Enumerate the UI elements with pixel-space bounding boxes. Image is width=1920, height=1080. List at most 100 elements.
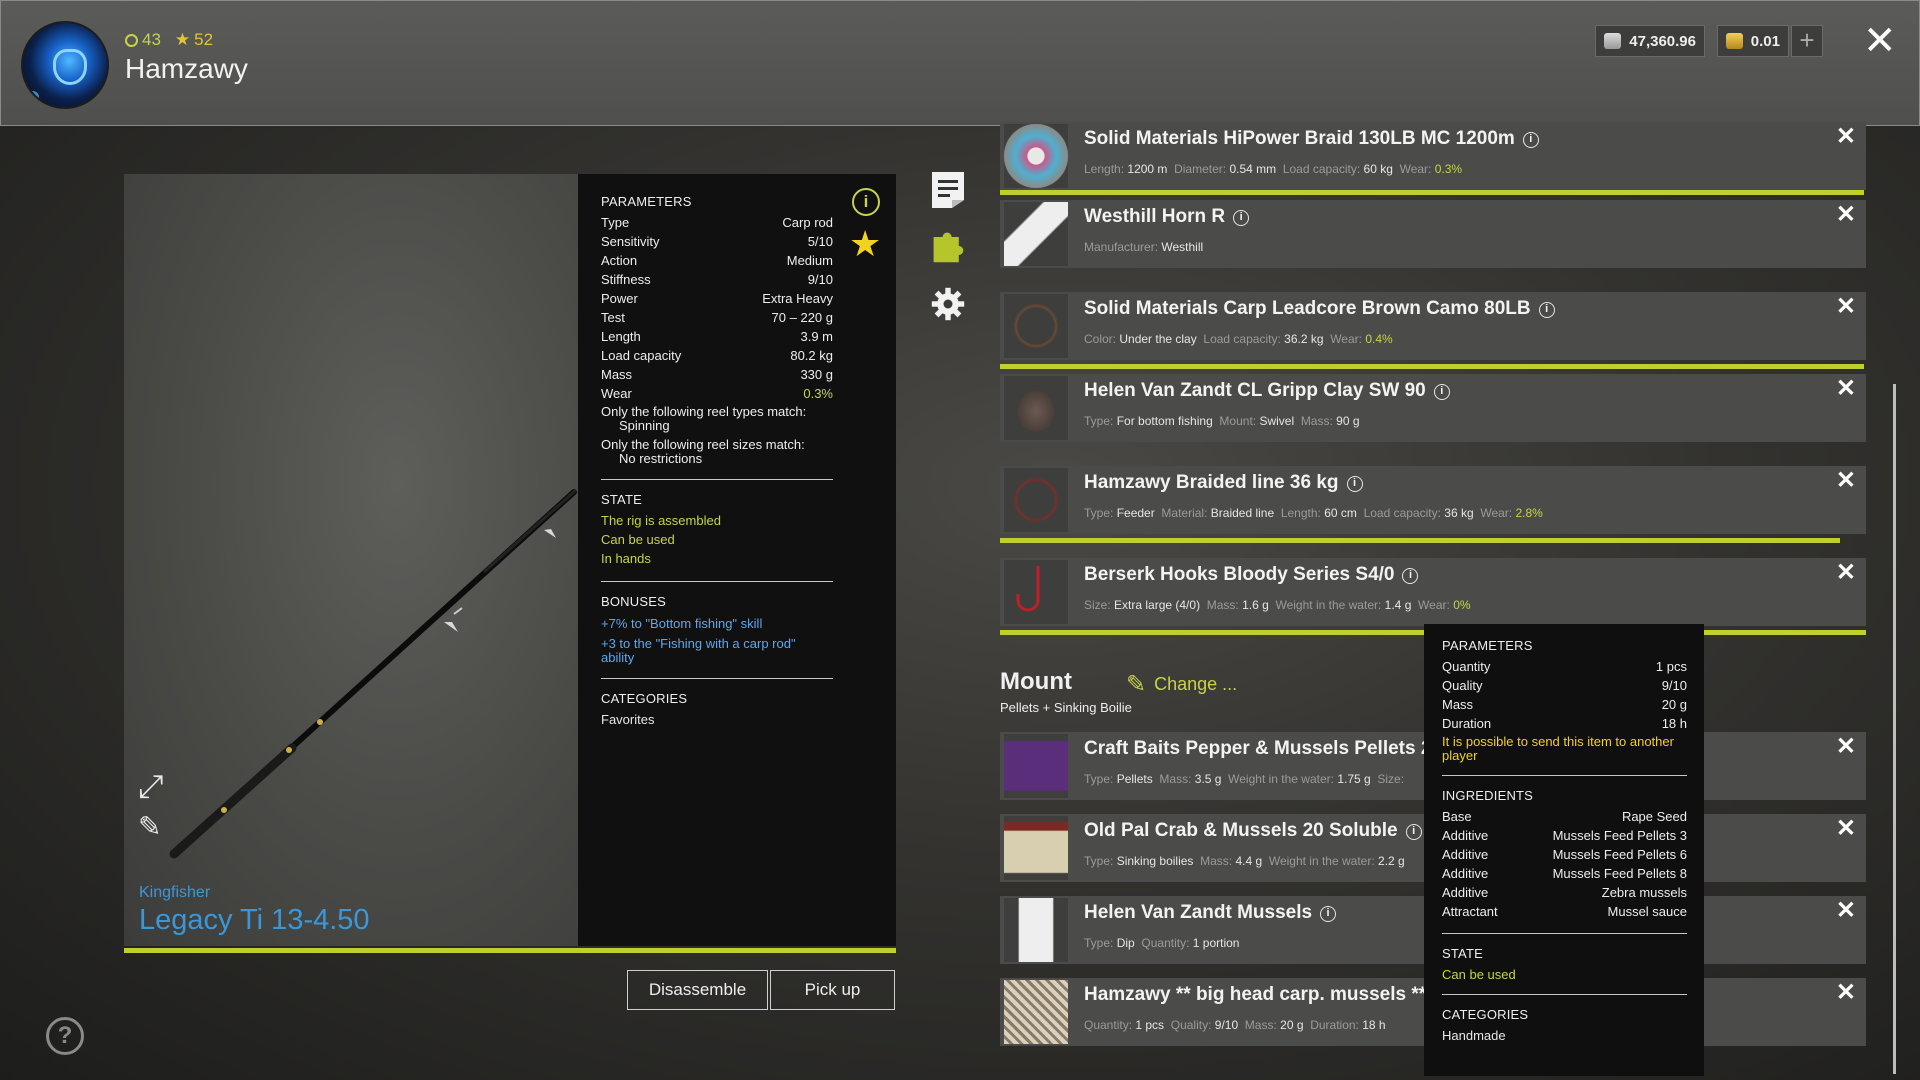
meta-label: Load capacity:	[1203, 332, 1281, 346]
remove-item-icon[interactable]: ✕	[1836, 896, 1856, 925]
list-item[interactable]: Berserk Hooks Bloody Series S4/0 i Size: …	[1000, 558, 1866, 626]
param-label: Quantity	[1442, 659, 1491, 674]
player-avatar[interactable]	[21, 21, 109, 109]
param-label: Power	[601, 291, 638, 306]
settings-gear-icon[interactable]	[930, 284, 966, 324]
tooltip-params-list: Quantity 1 pcs Quality 9/10 Mass 20 g Durat…	[1442, 657, 1687, 733]
categories-value: Favorites	[601, 712, 655, 727]
param-label: Sensitivity	[601, 234, 660, 249]
player-rank: ★ 52	[175, 30, 213, 50]
item-name-text: Helen Van Zandt Mussels	[1084, 902, 1313, 923]
rod-preview[interactable]: ⤢ ✎ Kingfisher Legacy Ti 13-4.50	[124, 174, 578, 946]
reel-types-note: Only the following reel types match: Spi…	[601, 405, 833, 433]
help-icon[interactable]: ?	[46, 1017, 84, 1055]
meta-value: Under the clay	[1119, 332, 1197, 346]
item-info-icon[interactable]: i	[1433, 384, 1450, 400]
state-header: STATE	[601, 492, 642, 507]
param-row: Mass 330 g	[601, 365, 833, 384]
param-value: 70 – 220 g	[771, 310, 833, 325]
change-mount-button[interactable]: ✎ Change ...	[1126, 670, 1237, 699]
list-item[interactable]: Helen Van Zandt CL Gripp Clay SW 90 i Typ…	[1000, 374, 1866, 442]
list-item[interactable]: Westhill Horn R i Manufacturer: Westhill …	[1000, 200, 1866, 268]
item-meta: Type: For bottom fishing Mount: Swivel M…	[1084, 414, 1360, 428]
meta-value: 1.6 g	[1242, 598, 1269, 612]
item-name: Hamzawy Braided line 36 kg i	[1084, 472, 1363, 494]
fullscreen-icon[interactable]: ⤢	[138, 768, 164, 806]
state-list: The rig is assembled Can be used In hand…	[601, 511, 874, 568]
meta-value: 60 kg	[1363, 162, 1393, 176]
list-item[interactable]: Solid Materials Carp Leadcore Brown Camo…	[1000, 292, 1866, 360]
info-icon[interactable]: i	[852, 188, 880, 216]
edit-pen-icon[interactable]: ✎	[138, 810, 161, 843]
list-item[interactable]: Hamzawy Braided line 36 kg i Type: Feeder…	[1000, 466, 1866, 534]
param-label: Wear	[601, 386, 632, 401]
item-info-icon[interactable]: i	[1320, 906, 1337, 922]
remove-item-icon[interactable]: ✕	[1836, 466, 1856, 495]
item-name-text: Solid Materials Carp Leadcore Brown Camo…	[1084, 298, 1531, 319]
param-value: Extra Heavy	[762, 291, 833, 306]
mesh-bag-thumbnail	[1004, 980, 1068, 1044]
change-mount-label: Change ...	[1154, 674, 1238, 694]
item-name: Craft Baits Pepper & Mussels Pellets 24i	[1084, 738, 1466, 760]
ingredient-row: Additive Mussels Feed Pellets 6	[1442, 845, 1687, 864]
ingredient-label: Additive	[1442, 885, 1489, 900]
meta-label: Type:	[1084, 414, 1114, 428]
close-icon[interactable]: ✕	[1863, 19, 1897, 63]
meta-label: Mass:	[1206, 598, 1239, 612]
reel-sizes-value: No restrictions	[619, 451, 703, 466]
ingredient-value: Mussels Feed Pellets 6	[1552, 847, 1687, 862]
silver-balance[interactable]: 47,360.96	[1595, 25, 1705, 57]
param-row: Sensitivity 5/10	[601, 232, 833, 251]
pick-up-button[interactable]: Pick up	[770, 970, 895, 1010]
remove-item-icon[interactable]: ✕	[1836, 558, 1856, 587]
braided-line-thumbnail	[1004, 468, 1068, 532]
meta-value: 18 h	[1362, 1018, 1386, 1032]
item-info-icon[interactable]: i	[1522, 132, 1539, 148]
remove-item-icon[interactable]: ✕	[1836, 732, 1856, 761]
gold-coin-icon	[1726, 33, 1743, 49]
meta-label: Weight in the water:	[1268, 854, 1375, 868]
param-row: Action Medium	[601, 251, 833, 270]
silver-coin-icon	[1604, 33, 1622, 49]
level-ring-icon	[125, 33, 138, 47]
add-currency-button[interactable]: +	[1791, 25, 1823, 57]
remove-item-icon[interactable]: ✕	[1836, 374, 1856, 403]
hook-thumbnail	[1004, 560, 1068, 624]
item-condition-bar	[1000, 190, 1864, 195]
puzzle-icon[interactable]	[930, 226, 966, 266]
param-row: Stiffness 9/10	[601, 270, 833, 289]
meta-value: For bottom fishing	[1116, 414, 1213, 428]
ingredient-label: Additive	[1442, 828, 1489, 843]
meta-label: Material:	[1161, 506, 1208, 520]
item-info-icon[interactable]: i	[1402, 568, 1419, 584]
description-icon[interactable]	[930, 170, 966, 210]
item-info-icon[interactable]: i	[1405, 824, 1422, 840]
remove-item-icon[interactable]: ✕	[1836, 292, 1856, 321]
item-condition-bar	[1000, 364, 1864, 369]
item-info-icon[interactable]: i	[1233, 210, 1250, 226]
avatar-mask-icon	[53, 49, 87, 85]
ingredients-header: INGREDIENTS	[1442, 788, 1534, 803]
item-name-text: Solid Materials HiPower Braid 130LB MC 1…	[1084, 128, 1515, 149]
param-row: Length 3.9 m	[601, 327, 833, 346]
item-info-icon[interactable]: i	[1538, 302, 1555, 318]
transfer-note: It is possible to send this item to anot…	[1442, 735, 1687, 763]
meta-value: 1.75 g	[1337, 772, 1371, 786]
scrollbar[interactable]	[1893, 384, 1896, 1074]
rod-accent-line	[124, 948, 896, 953]
remove-item-icon[interactable]: ✕	[1836, 978, 1856, 1007]
meta-value: Feeder	[1116, 506, 1155, 520]
item-info-icon[interactable]: i	[1346, 476, 1363, 492]
disassemble-button[interactable]: Disassemble	[627, 970, 768, 1010]
favorite-star-icon[interactable]: ★	[849, 226, 881, 262]
gold-balance[interactable]: 0.01	[1717, 25, 1789, 57]
list-item[interactable]: Solid Materials HiPower Braid 130LB MC 1…	[1000, 122, 1866, 190]
online-status-icon	[25, 89, 41, 105]
remove-item-icon[interactable]: ✕	[1836, 814, 1856, 843]
remove-item-icon[interactable]: ✕	[1836, 200, 1856, 229]
ingredient-row: Base Rape Seed	[1442, 807, 1687, 826]
reel-sizes-label: Only the following reel sizes match:	[601, 437, 805, 452]
ingredient-label: Additive	[1442, 866, 1489, 881]
param-row: Quantity 1 pcs	[1442, 657, 1687, 676]
remove-item-icon[interactable]: ✕	[1836, 122, 1856, 151]
